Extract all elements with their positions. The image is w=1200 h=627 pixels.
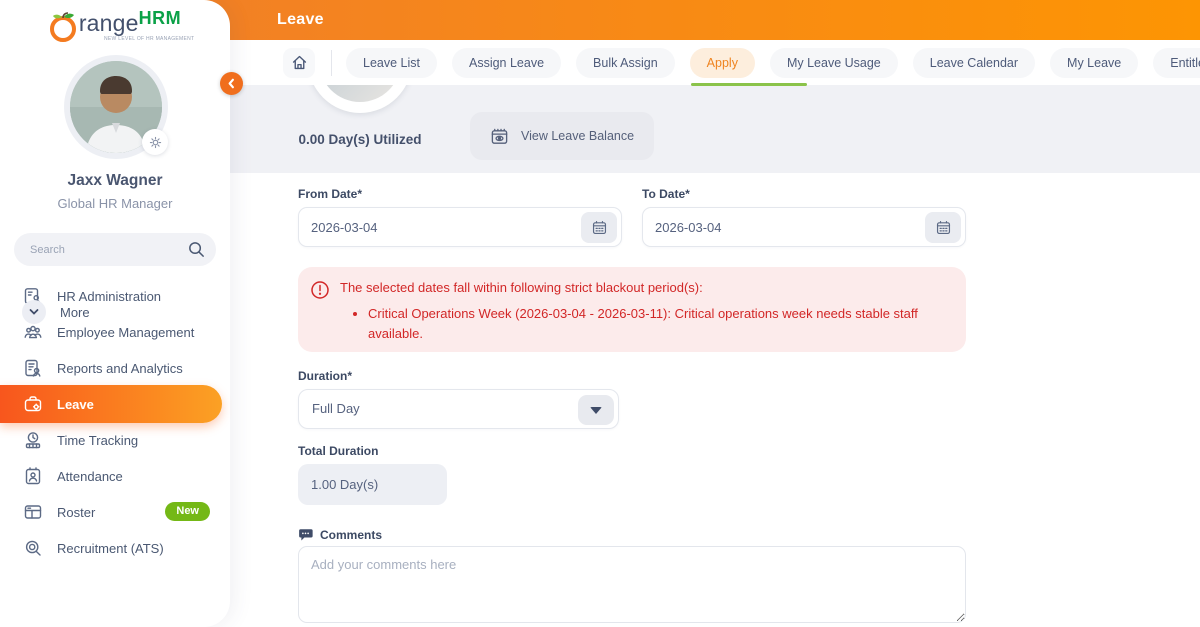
employee-management-icon [22,322,43,343]
tab-label: Bulk Assign [593,48,658,78]
calendar-eye-icon [490,127,509,146]
blackout-error-item: Critical Operations Week (2026-03-04 - 2… [368,304,948,344]
tab-label: My Leave [1067,48,1121,78]
comments-label: Comments [320,528,382,542]
nav-divider [331,50,332,76]
tab-leave-calendar[interactable]: Leave Calendar [913,48,1035,78]
blackout-error-banner: The selected dates fall within following… [298,267,966,352]
blackout-error-list: Critical Operations Week (2026-03-04 - 2… [354,304,948,344]
tab-entitlements[interactable]: Entitlements [1153,48,1200,78]
tab-label: Leave Calendar [930,48,1018,78]
attendance-icon [22,466,43,487]
gear-icon [148,135,163,150]
more-chevron-circle [22,300,46,324]
sidebar-item-recruitment-ats[interactable]: Recruitment (ATS) [0,530,230,566]
tab-label: Apply [707,48,738,78]
leave-balance-photo [319,85,401,102]
roster-icon [22,502,43,523]
sidebar-item-label: Recruitment (ATS) [57,541,164,556]
blackout-error-title: The selected dates fall within following… [340,280,948,297]
comments-textarea[interactable] [298,546,966,623]
calendar-icon [591,219,608,236]
sidebar-item-label: Reports and Analytics [57,361,183,376]
total-duration-label: Total Duration [298,444,378,458]
time-tracking-icon [22,430,43,451]
from-date-calendar-button[interactable] [581,212,617,243]
sidebar-search [14,233,216,266]
tab-label: Entitlements [1170,48,1200,78]
tab-assign-leave[interactable]: Assign Leave [452,48,561,78]
search-input[interactable] [30,233,180,266]
chevron-left-icon [226,78,237,89]
from-date-label: From Date* [298,187,362,201]
user-avatar[interactable] [70,61,162,153]
tab-label: My Leave Usage [787,48,881,78]
logo-text-hrm: HRM [139,8,182,29]
tab-label: Assign Leave [469,48,544,78]
to-date-input[interactable] [655,208,905,246]
orange-fruit-icon [49,10,79,42]
profile-settings-button[interactable] [142,129,168,155]
sidebar-item-leave[interactable]: Leave [0,385,222,423]
days-utilized-text: 0.00 Day(s) Utilized [265,132,455,147]
from-date-input[interactable] [311,208,561,246]
recruitment-icon [22,538,43,559]
reports-analytics-icon [22,358,43,379]
view-leave-balance-label: View Leave Balance [521,129,634,143]
to-date-field [642,207,966,247]
page-title: Leave [277,0,324,40]
sidebar-item-label: Time Tracking [57,433,138,448]
leave-balance-image [308,85,412,113]
sidebar-collapse-button[interactable] [220,72,243,95]
sidebar-item-reports-analytics[interactable]: Reports and Analytics [0,350,230,386]
sidebar-item-more[interactable]: More [22,300,90,324]
duration-selected-value: Full Day [312,401,360,416]
tab-bulk-assign[interactable]: Bulk Assign [576,48,675,78]
to-date-label: To Date* [642,187,690,201]
sidebar-item-roster[interactable]: Roster New [0,494,230,530]
sidebar-item-label: Roster [57,505,95,520]
sidebar-item-time-tracking[interactable]: Time Tracking [0,422,230,458]
user-name: Jaxx Wagner [0,172,230,190]
logo-tagline: NEW LEVEL OF HR MANAGEMENT [104,36,194,42]
to-date-calendar-button[interactable] [925,212,961,243]
view-leave-balance-button[interactable]: View Leave Balance [470,112,654,160]
duration-caret-button[interactable] [578,395,614,425]
tab-label: Leave List [363,48,420,78]
alert-icon [310,280,330,300]
sidebar: range HRM NEW LEVEL OF HR MANAGEMENT Jax… [0,0,230,627]
total-duration-value: 1.00 Day(s) [298,464,447,505]
home-button[interactable] [283,48,315,78]
comments-header: Comments [298,527,382,542]
tab-apply[interactable]: Apply [690,48,755,78]
from-date-field [298,207,622,247]
leave-apply-page: Leave Leave List Assign Leave Bulk Assig… [0,0,1200,627]
sidebar-item-label: Attendance [57,469,123,484]
comment-bubble-icon [298,527,313,542]
user-role: Global HR Manager [0,196,230,211]
home-icon [291,54,308,71]
chevron-down-icon [28,306,40,318]
tab-my-leave-usage[interactable]: My Leave Usage [770,48,898,78]
leave-icon [22,394,43,415]
sidebar-item-attendance[interactable]: Attendance [0,458,230,494]
calendar-icon [935,219,952,236]
duration-select[interactable]: Full Day [298,389,619,429]
sidebar-item-label: Employee Management [57,325,194,340]
logo-text-range: range [79,8,139,38]
new-badge: New [165,502,210,521]
search-icon[interactable] [187,240,206,259]
tab-leave-list[interactable]: Leave List [346,48,437,78]
leave-tab-bar: Leave List Assign Leave Bulk Assign Appl… [230,40,1200,85]
leave-balance-strip: 0.00 Day(s) Utilized View Leave Balance [230,85,1200,173]
sidebar-item-label: Leave [57,397,94,412]
caret-down-icon [590,407,602,414]
sidebar-item-label: More [60,305,90,320]
tab-my-leave[interactable]: My Leave [1050,48,1138,78]
duration-label: Duration* [298,369,352,383]
